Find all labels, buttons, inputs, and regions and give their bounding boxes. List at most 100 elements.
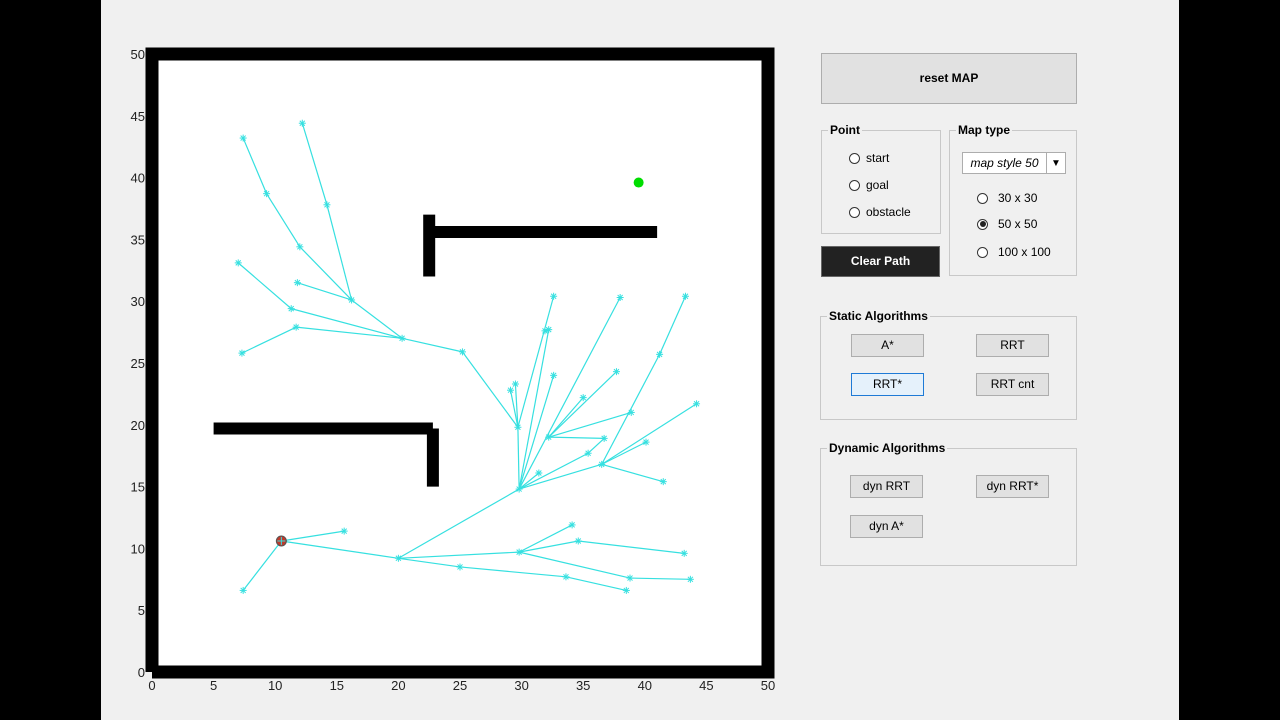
x-tick-label: 40: [638, 678, 652, 693]
rrt-star-button[interactable]: RRT*: [851, 373, 924, 396]
tree-node-marker: [616, 293, 624, 301]
tree-node-marker: [535, 469, 543, 477]
x-tick-label: 10: [268, 678, 282, 693]
clear-path-button[interactable]: Clear Path: [821, 246, 940, 277]
radio-size-100-label: 100 x 100: [998, 245, 1051, 259]
tree-node-marker: [515, 548, 523, 556]
radio-start-label: start: [866, 151, 890, 165]
radio-obstacle[interactable]: obstacle: [849, 205, 911, 219]
tree-node-marker: [507, 386, 515, 394]
tree-node-marker: [394, 554, 402, 562]
x-tick-label: 25: [453, 678, 467, 693]
x-tick-label: 30: [514, 678, 528, 693]
tree-node-marker: [680, 549, 688, 557]
radio-circle-icon: [977, 192, 988, 204]
y-tick-label: 40: [131, 171, 145, 186]
tree-node-marker: [584, 449, 592, 457]
map-plot[interactable]: 0 5 10 15 20 25 30 35 40 45 50 0 5 10 15 20 25 30 35 40 45 50: [101, 0, 801, 720]
rrt-cnt-button[interactable]: RRT cnt: [976, 373, 1049, 396]
tree-node-marker: [626, 574, 634, 582]
radio-circle-icon: [849, 206, 860, 218]
chevron-down-icon[interactable]: ▼: [1046, 153, 1065, 173]
static-algorithms-panel: Static Algorithms A* RRT RRT* RRT cnt: [820, 309, 1077, 420]
tree-node-marker: [298, 119, 306, 127]
radio-circle-icon: [849, 179, 860, 191]
radio-size-30[interactable]: 30 x 30: [977, 191, 1037, 205]
y-tick-label: 5: [138, 603, 145, 618]
tree-node-marker: [627, 408, 635, 416]
dynamic-algorithms-panel: Dynamic Algorithms dyn RRT dyn RRT* dyn …: [820, 441, 1077, 566]
tree-node-marker: [659, 478, 667, 486]
goal-marker: [633, 177, 644, 188]
tree-node-marker: [263, 190, 271, 198]
y-tick-label: 15: [131, 480, 145, 495]
x-tick-label: 0: [148, 678, 155, 693]
x-tick-label: 20: [391, 678, 405, 693]
x-tick-label: 5: [210, 678, 217, 693]
tree-node-marker: [287, 305, 295, 313]
radio-goal[interactable]: goal: [849, 178, 889, 192]
reset-map-button[interactable]: reset MAP: [821, 53, 1077, 104]
tree-node-marker: [515, 485, 523, 493]
y-tick-label: 45: [131, 109, 145, 124]
x-tick-label: 45: [699, 678, 713, 693]
point-panel-title: Point: [828, 123, 862, 137]
radio-size-30-label: 30 x 30: [998, 191, 1038, 205]
y-tick-label: 0: [138, 665, 145, 680]
tree-node-marker: [323, 201, 331, 209]
tree-node-marker: [562, 573, 570, 581]
tree-node-marker: [541, 327, 549, 335]
x-tick-label: 15: [330, 678, 344, 693]
tree-node-marker: [238, 349, 246, 357]
tree-node-marker: [686, 575, 694, 583]
app-window: 0 5 10 15 20 25 30 35 40 45 50 0 5 10 15 20 25 30 35 40 45 50…: [101, 0, 1179, 720]
tree-node-marker: [348, 296, 356, 304]
radio-size-100[interactable]: 100 x 100: [977, 245, 1051, 259]
y-tick-label: 30: [131, 294, 145, 309]
tree-node-marker: [550, 292, 558, 300]
static-panel-title: Static Algorithms: [827, 309, 930, 323]
tree-node-marker: [292, 323, 300, 331]
tree-node-marker: [568, 521, 576, 529]
dyn-rrt-star-button[interactable]: dyn RRT*: [976, 475, 1049, 498]
tree-node-marker: [642, 438, 650, 446]
astar-button[interactable]: A*: [851, 334, 924, 357]
tree-node-marker: [550, 371, 558, 379]
radio-selected-icon: [977, 218, 988, 230]
tree-node-marker: [612, 368, 620, 376]
tree-node-marker: [340, 527, 348, 535]
radio-circle-icon: [849, 152, 860, 164]
y-tick-label: 25: [131, 356, 145, 371]
y-tick-label: 10: [131, 541, 145, 556]
tree-node-marker: [456, 563, 464, 571]
tree-node-marker: [239, 134, 247, 142]
y-tick-label: 20: [131, 418, 145, 433]
radio-size-50-label: 50 x 50: [998, 217, 1038, 231]
dyn-astar-button[interactable]: dyn A*: [850, 515, 923, 538]
tree-node-marker: [574, 537, 582, 545]
tree-node-marker: [681, 292, 689, 300]
dynamic-panel-title: Dynamic Algorithms: [827, 441, 948, 455]
radio-start[interactable]: start: [849, 151, 889, 165]
tree-node-marker: [293, 279, 301, 287]
radio-size-50[interactable]: 50 x 50: [977, 217, 1037, 231]
y-tick-label: 35: [131, 232, 145, 247]
tree-node-marker: [296, 243, 304, 251]
tree-node-marker: [598, 460, 606, 468]
dyn-rrt-button[interactable]: dyn RRT: [850, 475, 923, 498]
tree-node-marker: [398, 334, 406, 342]
x-tick-label: 35: [576, 678, 590, 693]
radio-obstacle-label: obstacle: [866, 205, 911, 219]
tree-node-marker: [514, 423, 522, 431]
radio-circle-icon: [977, 246, 988, 258]
tree-node-marker: [239, 586, 247, 594]
tree-node-marker: [579, 394, 587, 402]
tree-node-marker: [600, 434, 608, 442]
map-style-value: map style 50: [970, 156, 1039, 170]
tree-node-marker: [511, 380, 519, 388]
map-style-select[interactable]: map style 50 ▼: [962, 152, 1066, 174]
tree-node-marker: [458, 348, 466, 356]
rrt-button[interactable]: RRT: [976, 334, 1049, 357]
point-panel: Point start goal obstacle: [821, 123, 941, 234]
x-tick-label: 50: [761, 678, 775, 693]
